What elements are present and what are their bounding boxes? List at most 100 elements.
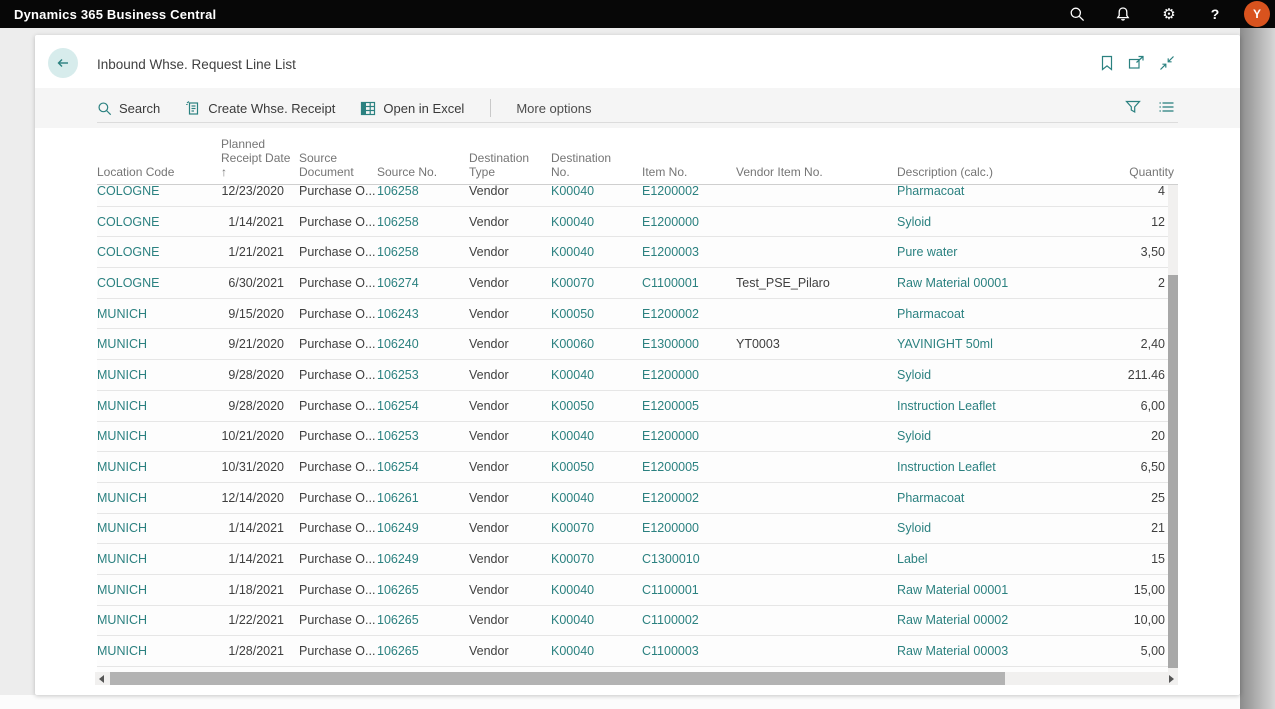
column-header-item-no[interactable]: Item No. <box>642 165 736 184</box>
h-scroll-left-arrow[interactable] <box>95 672 108 685</box>
bookmark-icon[interactable] <box>1098 54 1115 71</box>
cell-source-no[interactable]: 106249 <box>377 521 469 535</box>
cell-destination-no[interactable]: K00040 <box>551 644 642 658</box>
cell-description[interactable]: Raw Material 00001 <box>897 583 1089 597</box>
cell-description[interactable]: YAVINIGHT 50ml <box>897 337 1089 351</box>
cell-source-no[interactable]: 106261 <box>377 491 469 505</box>
cell-destination-no[interactable]: K00040 <box>551 583 642 597</box>
cell-destination-no[interactable]: K00070 <box>551 276 642 290</box>
cell-description[interactable]: Pharmacoat <box>897 185 1089 198</box>
cell-destination-no[interactable]: K00040 <box>551 245 642 259</box>
cell-item-no[interactable]: C1100001 <box>642 276 736 290</box>
cell-description[interactable]: Pure water <box>897 245 1089 259</box>
cell-description[interactable]: Raw Material 00002 <box>897 613 1089 627</box>
cell-description[interactable]: Syloid <box>897 521 1089 535</box>
cell-destination-no[interactable]: K00050 <box>551 307 642 321</box>
vertical-scrollbar-thumb[interactable] <box>1168 275 1178 668</box>
cell-source-no[interactable]: 106254 <box>377 399 469 413</box>
back-button[interactable] <box>48 48 78 78</box>
table-row[interactable]: MUNICH1/14/2021Purchase O...106249Vendor… <box>97 544 1178 575</box>
table-row[interactable]: MUNICH9/21/2020Purchase O...106240Vendor… <box>97 329 1178 360</box>
column-header-destination-type[interactable]: Destination Type <box>469 151 551 184</box>
search-icon[interactable] <box>1054 0 1100 28</box>
cell-description[interactable]: Pharmacoat <box>897 491 1089 505</box>
cell-description[interactable]: Pharmacoat <box>897 307 1089 321</box>
table-row[interactable]: COLOGNE6/30/2021Purchase O...106274Vendo… <box>97 268 1178 299</box>
notifications-icon[interactable] <box>1100 0 1146 28</box>
table-row[interactable]: MUNICH1/28/2021Purchase O...106265Vendor… <box>97 636 1178 667</box>
cell-destination-no[interactable]: K00050 <box>551 460 642 474</box>
filter-icon[interactable] <box>1124 98 1142 116</box>
cell-location-code[interactable]: MUNICH <box>97 460 221 474</box>
cell-location-code[interactable]: MUNICH <box>97 613 221 627</box>
column-header-location-code[interactable]: Location Code <box>97 165 221 184</box>
cell-source-no[interactable]: 106253 <box>377 368 469 382</box>
cell-source-no[interactable]: 106265 <box>377 613 469 627</box>
cell-destination-no[interactable]: K00040 <box>551 613 642 627</box>
open-in-new-icon[interactable] <box>1128 54 1145 71</box>
cell-source-no[interactable]: 106265 <box>377 644 469 658</box>
cell-source-no[interactable]: 106265 <box>377 583 469 597</box>
cell-destination-no[interactable]: K00050 <box>551 399 642 413</box>
cell-description[interactable]: Instruction Leaflet <box>897 399 1089 413</box>
column-header-planned-receipt-date[interactable]: Planned Receipt Date ↑ <box>221 137 299 184</box>
cell-location-code[interactable]: MUNICH <box>97 429 221 443</box>
cell-location-code[interactable]: MUNICH <box>97 337 221 351</box>
cell-location-code[interactable]: MUNICH <box>97 552 221 566</box>
cell-destination-no[interactable]: K00040 <box>551 368 642 382</box>
cell-source-no[interactable]: 106253 <box>377 429 469 443</box>
table-row[interactable]: COLOGNE12/23/2020Purchase O...106258Vend… <box>97 185 1178 207</box>
cell-item-no[interactable]: E1300000 <box>642 337 736 351</box>
cell-description[interactable]: Label <box>897 552 1089 566</box>
open-in-excel-action[interactable]: Open in Excel <box>360 101 464 116</box>
cell-source-no[interactable]: 106254 <box>377 460 469 474</box>
cell-item-no[interactable]: E1200000 <box>642 215 736 229</box>
cell-location-code[interactable]: MUNICH <box>97 368 221 382</box>
search-action[interactable]: Search <box>97 101 160 116</box>
cell-item-no[interactable]: E1200005 <box>642 460 736 474</box>
table-row[interactable]: MUNICH10/31/2020Purchase O...106254Vendo… <box>97 452 1178 483</box>
cell-destination-no[interactable]: K00070 <box>551 552 642 566</box>
create-whse-receipt-action[interactable]: Create Whse. Receipt <box>185 100 335 116</box>
cell-item-no[interactable]: C1100002 <box>642 613 736 627</box>
table-row[interactable]: MUNICH1/14/2021Purchase O...106249Vendor… <box>97 514 1178 545</box>
column-header-source-no[interactable]: Source No. <box>377 165 469 184</box>
cell-destination-no[interactable]: K00040 <box>551 185 642 198</box>
choose-columns-icon[interactable] <box>1157 98 1175 116</box>
table-row[interactable]: MUNICH1/22/2021Purchase O...106265Vendor… <box>97 606 1178 637</box>
cell-source-no[interactable]: 106274 <box>377 276 469 290</box>
table-row[interactable]: COLOGNE1/21/2021Purchase O...106258Vendo… <box>97 237 1178 268</box>
cell-description[interactable]: Instruction Leaflet <box>897 460 1089 474</box>
cell-item-no[interactable]: E1200002 <box>642 491 736 505</box>
cell-source-no[interactable]: 106243 <box>377 307 469 321</box>
table-row[interactable]: COLOGNE1/14/2021Purchase O...106258Vendo… <box>97 207 1178 238</box>
horizontal-scrollbar[interactable] <box>95 672 1178 685</box>
cell-description[interactable]: Syloid <box>897 215 1089 229</box>
cell-source-no[interactable]: 106240 <box>377 337 469 351</box>
cell-description[interactable]: Raw Material 00003 <box>897 644 1089 658</box>
cell-destination-no[interactable]: K00060 <box>551 337 642 351</box>
cell-source-no[interactable]: 106258 <box>377 185 469 198</box>
cell-item-no[interactable]: E1200005 <box>642 399 736 413</box>
cell-source-no[interactable]: 106258 <box>377 245 469 259</box>
cell-item-no[interactable]: E1200003 <box>642 245 736 259</box>
cell-description[interactable]: Syloid <box>897 429 1089 443</box>
cell-location-code[interactable]: COLOGNE <box>97 185 221 198</box>
cell-item-no[interactable]: E1200002 <box>642 307 736 321</box>
table-row[interactable]: MUNICH1/18/2021Purchase O...106265Vendor… <box>97 575 1178 606</box>
column-header-destination-no[interactable]: Destination No. <box>551 151 642 184</box>
cell-item-no[interactable]: E1200000 <box>642 521 736 535</box>
cell-destination-no[interactable]: K00040 <box>551 429 642 443</box>
h-scroll-right-arrow[interactable] <box>1165 672 1178 685</box>
column-header-source-document[interactable]: Source Document <box>299 151 377 184</box>
cell-location-code[interactable]: MUNICH <box>97 521 221 535</box>
cell-item-no[interactable]: E1200000 <box>642 368 736 382</box>
cell-location-code[interactable]: MUNICH <box>97 583 221 597</box>
settings-icon[interactable]: ⚙ <box>1146 0 1192 28</box>
cell-item-no[interactable]: C1300010 <box>642 552 736 566</box>
cell-location-code[interactable]: COLOGNE <box>97 276 221 290</box>
cell-source-no[interactable]: 106258 <box>377 215 469 229</box>
cell-source-no[interactable]: 106249 <box>377 552 469 566</box>
cell-location-code[interactable]: MUNICH <box>97 307 221 321</box>
column-header-vendor-item-no[interactable]: Vendor Item No. <box>736 165 897 184</box>
